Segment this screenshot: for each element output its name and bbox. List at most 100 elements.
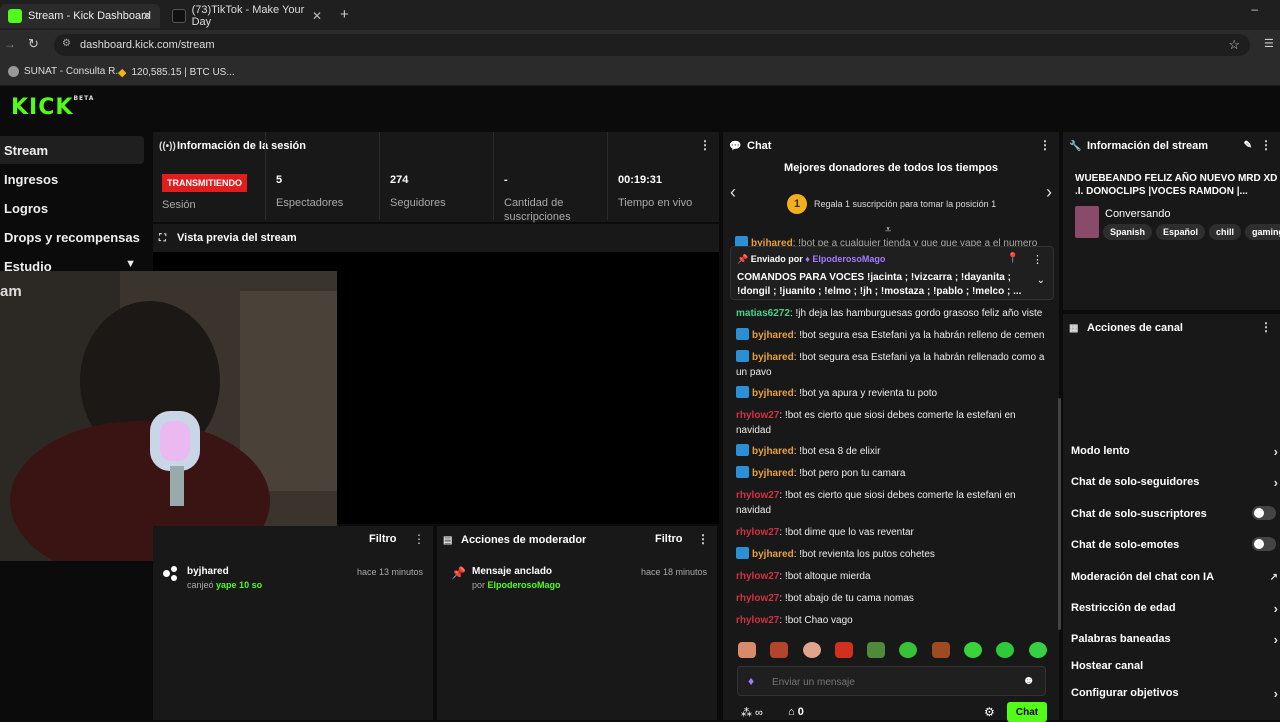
chat-text: : !bot dime que lo vas reventar [779,527,914,538]
minimize-icon[interactable]: – [1251,2,1258,16]
emote-icon[interactable] [899,642,917,658]
pinned-user[interactable]: ElpoderosoMago [812,254,885,264]
emote-icon[interactable] [770,642,788,658]
chat-scrollbar[interactable] [1058,398,1061,630]
tag[interactable]: Spanish [1103,224,1153,240]
emote-icon[interactable] [996,642,1014,658]
emoji-icon[interactable]: ☻ [1022,673,1035,687]
sub-badge-icon [736,444,749,456]
close-tab-icon[interactable]: ✕ [312,9,322,23]
emote-icon[interactable] [867,642,885,658]
emote-icon[interactable] [1029,642,1047,658]
chat-input[interactable] [772,673,1012,691]
emote-icon[interactable] [964,642,982,658]
mod-user[interactable]: ElpoderosoMago [488,580,561,590]
action-emotes-only[interactable]: Chat de solo-emotes [1071,537,1280,551]
bookmark-star-icon[interactable]: ☆ [1228,37,1240,53]
category-thumbnail[interactable] [1075,206,1099,238]
tab-tiktok[interactable]: (73)TikTok - Make Your Day ✕ [164,4,330,28]
sidebar-item-drops[interactable]: Drops y recompensas [0,223,144,251]
emote-icon[interactable] [932,642,950,658]
action-subscribers-only[interactable]: Chat de solo-suscriptores [1071,506,1280,520]
action-followers-only[interactable]: Chat de solo-seguidores › [1071,475,1280,490]
pinned-message[interactable]: 📌 Enviado por ♦ ElpoderosoMago 📍 ⋮ COMAN… [730,246,1054,300]
chat-username[interactable]: byjhared [752,549,794,560]
emote-icon[interactable] [835,642,853,658]
close-tab-icon[interactable]: ✕ [142,9,152,23]
chat-username[interactable]: byjhared [752,468,794,479]
action-age-restriction[interactable]: Restricción de edad › [1071,601,1280,616]
filter-button[interactable]: Filtro [655,533,683,545]
action-slow-mode[interactable]: Modo lento › [1071,444,1280,459]
more-options-icon[interactable]: ⋮ [1039,139,1051,151]
bookmark-btc[interactable]: ◆ 120,585.15 | BTC US... [118,66,235,79]
chat-settings-icon[interactable]: ⚙ [984,705,995,719]
category-name[interactable]: Conversando [1105,208,1170,220]
chat-username[interactable]: byjhared [752,388,794,399]
filter-button[interactable]: Filtro [369,533,397,545]
url-field[interactable]: ⚙ dashboard.kick.com/stream ☆ [54,34,1250,56]
action-host-channel[interactable]: Hostear canal [1071,660,1280,672]
forward-icon[interactable]: → [4,37,16,51]
more-options-icon[interactable]: ⋮ [1260,321,1272,333]
stat-label: Sesión [162,199,196,211]
chat-input-box[interactable]: ♦ ☻ [737,666,1046,696]
rank-badge: 1 [787,194,807,214]
stream-title: WUEBEANDO FELIZ AÑO NUEVO MRD XD .I. DON… [1075,173,1278,197]
stat-followers: 274 Seguidores [380,132,494,220]
emote-icon[interactable] [738,642,756,658]
prev-arrow-icon[interactable]: ‹ [730,182,736,203]
more-options-icon[interactable]: ⋮ [697,533,709,545]
chat-username[interactable]: byjhared [752,446,794,457]
tag[interactable]: gaming [1245,224,1280,240]
send-chat-button[interactable]: Chat [1007,702,1047,722]
sidebar-item-logros[interactable]: Logros [0,194,144,222]
chat-username[interactable]: rhylow27 [736,571,779,582]
bookmark-sunat[interactable]: SUNAT - Consulta R... [8,66,124,77]
chat-username[interactable]: byjhared [752,352,794,363]
next-arrow-icon[interactable]: › [1046,182,1052,203]
sidebar-item-stream[interactable]: Stream [0,136,144,164]
chat-username[interactable]: rhylow27 [736,410,779,421]
new-tab-icon[interactable]: + [340,6,349,23]
activity-user[interactable]: byjhared [187,566,229,577]
subscribers-only-toggle[interactable] [1252,506,1276,520]
kicks-infinite-icon[interactable]: ⁂ ∞ [741,706,763,719]
menu-icon[interactable]: ☰ [1264,37,1274,50]
chevron-down-icon[interactable]: ⌄ [1037,275,1045,286]
tab-kick-dashboard[interactable]: Stream - Kick Dashboard ✕ [0,4,160,28]
chat-username[interactable]: rhylow27 [736,593,779,604]
emotes-only-toggle[interactable] [1252,537,1276,551]
store-counter[interactable]: ⌂ 0 [788,706,804,718]
action-banned-words[interactable]: Palabras baneadas › [1071,632,1280,647]
kick-logo[interactable]: KICKBETA [11,95,94,120]
chevron-down-icon[interactable]: ▼ [125,258,136,270]
session-stats: TRANSMITIENDO Sesión 5 Espectadores 274 … [153,132,719,223]
chat-username[interactable]: matias6272 [736,308,790,319]
sub-badge-icon [736,350,749,362]
chat-username[interactable]: byjhared [752,330,794,341]
action-configure-goals[interactable]: Configurar objetivos › [1071,686,1280,701]
edit-icon[interactable]: ✎ [1244,140,1252,151]
tag[interactable]: chill [1209,224,1242,240]
tag[interactable]: Español [1156,224,1206,240]
chat-bubble-icon: 💬 [729,140,742,152]
chat-message: matias6272: !jh deja las hamburguesas go… [736,306,1046,321]
unpin-icon[interactable]: 📍 [1007,253,1019,264]
more-options-icon[interactable]: ⋮ [1260,139,1272,151]
site-info-icon[interactable]: ⚙ [62,38,71,49]
chat-message: rhylow27: !bot es cierto que siosi debes… [736,408,1046,438]
action-ai-moderation[interactable]: Moderación del chat con IA ↗ [1071,571,1280,583]
chat-username[interactable]: rhylow27 [736,615,779,626]
clipboard-icon: ▤ [443,534,453,546]
chat-username[interactable]: rhylow27 [736,527,779,538]
stat-label: Cantidad de suscripciones [504,197,571,223]
more-options-icon[interactable]: ⋮ [1032,253,1043,266]
reload-icon[interactable]: ↻ [28,36,39,52]
emote-icon[interactable] [803,642,821,658]
more-options-icon[interactable]: ⋮ [413,533,425,545]
chat-message: rhylow27: !bot es cierto que siosi debes… [736,488,1046,518]
chat-username[interactable]: rhylow27 [736,490,779,501]
kick-favicon-icon [8,9,22,23]
sidebar-item-ingresos[interactable]: Ingresos [0,165,144,193]
